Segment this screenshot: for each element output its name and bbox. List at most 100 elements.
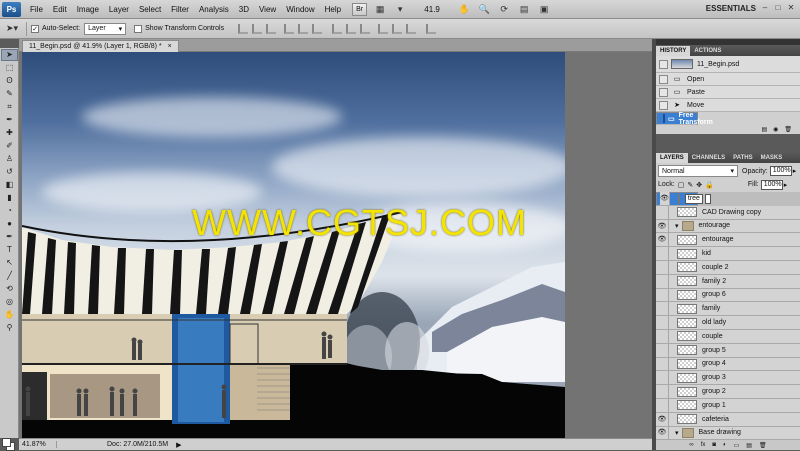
layer-row[interactable]: CAD Drawing copy [656, 205, 800, 220]
layer-row[interactable]: group 4 [656, 357, 800, 372]
tab-paths[interactable]: PATHS [729, 153, 756, 163]
distribute-vcenter-icon[interactable] [346, 23, 357, 34]
fill-input[interactable]: 100% [760, 179, 783, 190]
history-step[interactable]: ➤ Move [656, 99, 800, 112]
menu-filter[interactable]: Filter [166, 5, 194, 14]
layer-mask-thumbnail[interactable] [704, 193, 711, 204]
visibility-eye-icon[interactable] [656, 302, 669, 316]
visibility-eye-icon[interactable]: 👁 [656, 426, 669, 440]
tab-history[interactable]: HISTORY [656, 46, 691, 56]
visibility-eye-icon[interactable] [656, 260, 669, 274]
visibility-eye-icon[interactable]: 👁 [656, 219, 669, 233]
align-bottom-icon[interactable] [266, 23, 277, 34]
3d-rotate-icon[interactable]: ⟲ [1, 283, 18, 295]
blur-tool-icon[interactable]: ◔ [1, 205, 18, 217]
visibility-eye-icon[interactable] [656, 385, 669, 399]
layer-row[interactable]: kid [656, 247, 800, 261]
align-top-icon[interactable] [238, 23, 249, 34]
history-brush-icon[interactable]: ↺ [1, 166, 18, 178]
align-right-icon[interactable] [312, 23, 323, 34]
auto-select-dropdown[interactable]: Layer ▾ [84, 22, 127, 35]
lock-pixels-icon[interactable]: ✎ [687, 181, 693, 189]
maximize-icon[interactable]: □ [773, 3, 783, 13]
document-canvas[interactable]: WWW.CGTSJ.COM [22, 52, 565, 438]
foreground-color-swatch[interactable] [2, 438, 11, 447]
move-tool-preset-icon[interactable]: ➤▾ [4, 22, 20, 35]
auto-select-checkbox[interactable]: ✓ [31, 24, 39, 33]
layer-name[interactable]: tree [684, 193, 703, 204]
group-expand-icon[interactable]: ▾ [675, 429, 679, 437]
tab-actions[interactable]: ACTIONS [690, 46, 725, 56]
visibility-eye-icon[interactable] [656, 398, 669, 412]
brush-tool-icon[interactable]: ✐ [1, 140, 18, 152]
hand-tool-icon[interactable]: ✋ [1, 309, 18, 321]
visibility-eye-icon[interactable]: 👁 [656, 233, 669, 247]
layer-row[interactable]: 👁 tree [656, 192, 711, 206]
chevron-right-icon[interactable]: ▸ [784, 181, 788, 189]
layer-row[interactable]: group 2 [656, 385, 800, 399]
layer-row[interactable]: old lady [656, 316, 800, 330]
visibility-eye-icon[interactable] [656, 357, 669, 371]
opacity-input[interactable]: 100% [769, 166, 792, 176]
lasso-tool-icon[interactable]: ʘ [1, 75, 18, 87]
layer-row[interactable]: 👁 entourage [656, 233, 800, 248]
layer-row[interactable]: group 1 [656, 398, 800, 413]
type-tool-icon[interactable]: T [1, 244, 18, 256]
workspace-switcher[interactable]: ESSENTIALS [706, 4, 756, 13]
close-icon[interactable]: ✕ [786, 3, 796, 13]
trash-icon[interactable]: 🗑 [784, 126, 792, 133]
layer-row[interactable]: family 2 [656, 274, 800, 289]
layer-row[interactable]: 👁 cafeteria [656, 412, 800, 427]
chevron-right-icon[interactable]: ▸ [793, 167, 797, 175]
zoom-icon[interactable]: 🔍 [476, 3, 492, 16]
tab-masks[interactable]: MASKS [757, 153, 787, 163]
new-layer-icon[interactable]: ▤ [746, 442, 752, 449]
lock-all-icon[interactable]: 🔒 [705, 181, 714, 189]
layer-row[interactable]: group 3 [656, 371, 800, 386]
crop-tool-icon[interactable]: ⌗ [1, 101, 18, 113]
visibility-eye-icon[interactable] [656, 316, 669, 330]
bridge-button[interactable]: Br [352, 2, 368, 16]
new-document-icon[interactable]: ▤ [761, 126, 767, 133]
align-vcenter-icon[interactable] [252, 23, 263, 34]
healing-brush-icon[interactable]: ✚ [1, 127, 18, 139]
history-snapshot[interactable]: 11_Begin.psd [656, 56, 800, 73]
history-step[interactable]: ▭ Open [656, 73, 800, 86]
tab-channels[interactable]: CHANNELS [688, 153, 729, 163]
3d-orbit-icon[interactable]: ◎ [1, 296, 18, 308]
visibility-eye-icon[interactable] [656, 274, 669, 288]
marquee-tool-icon[interactable]: ⬚ [1, 62, 18, 74]
pen-tool-icon[interactable]: ✒ [1, 231, 18, 243]
menu-view[interactable]: View [254, 5, 281, 14]
minimize-icon[interactable]: – [760, 3, 770, 13]
visibility-eye-icon[interactable] [656, 247, 669, 261]
group-expand-icon[interactable]: ▾ [675, 222, 679, 230]
add-mask-icon[interactable]: ◙ [712, 442, 716, 448]
link-layers-icon[interactable]: ∞ [689, 442, 693, 448]
trash-icon[interactable]: 🗑 [759, 442, 767, 449]
distribute-left-icon[interactable] [378, 23, 389, 34]
menu-select[interactable]: Select [134, 5, 166, 14]
history-step-box[interactable] [659, 100, 668, 110]
shape-tool-icon[interactable]: ╱ [1, 270, 18, 282]
document-tab[interactable]: 11_Begin.psd @ 41.9% (Layer 1, RGB/8) * … [22, 40, 179, 52]
quick-select-tool-icon[interactable]: ✎ [1, 88, 18, 100]
arrange-documents-icon[interactable]: ▤ [516, 3, 532, 16]
move-tool-icon[interactable]: ➤ [1, 49, 18, 61]
view-extras-icon[interactable]: ▦ [372, 3, 388, 16]
menu-edit[interactable]: Edit [48, 5, 72, 14]
eyedropper-tool-icon[interactable]: ✒ [1, 114, 18, 126]
history-step-box[interactable] [659, 87, 668, 97]
gradient-tool-icon[interactable]: ▮ [1, 192, 18, 204]
menu-analysis[interactable]: Analysis [194, 5, 234, 14]
history-step[interactable]: ▭ Paste [656, 86, 800, 99]
dodge-tool-icon[interactable]: ● [1, 218, 18, 230]
lock-transparency-icon[interactable]: ▢ [678, 181, 685, 189]
layer-row[interactable]: couple 2 [656, 260, 800, 275]
menu-help[interactable]: Help [320, 5, 346, 14]
visibility-eye-icon[interactable]: 👁 [656, 412, 669, 426]
visibility-eye-icon[interactable] [656, 329, 669, 343]
status-zoom[interactable]: 41.87% [19, 441, 57, 448]
layer-style-icon[interactable]: fx [701, 442, 706, 448]
status-doc-size[interactable]: Doc: 27.0M/210.5M [57, 441, 168, 448]
